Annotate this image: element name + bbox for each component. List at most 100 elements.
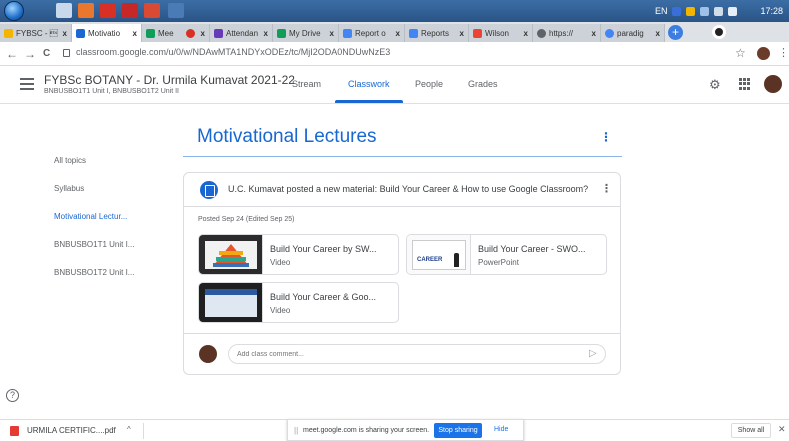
- new-tab-button[interactable]: +: [668, 25, 683, 40]
- back-button[interactable]: ←: [6, 47, 18, 61]
- lock-icon[interactable]: [63, 49, 70, 57]
- tab-fybsc[interactable]: FYBSC -  x: [0, 24, 72, 42]
- topic-title: Motivational Lectures: [197, 126, 377, 147]
- course-title[interactable]: FYBSc BOTANY - Dr. Urmila Kumavat 2021-2…: [44, 73, 295, 87]
- screen-share-banner: || meet.google.com is sharing your scree…: [287, 419, 524, 441]
- download-filename[interactable]: URMILA CERTIFIC....pdf: [27, 426, 116, 435]
- tab-close-icon[interactable]: x: [133, 29, 137, 38]
- tray-network-icon[interactable]: [700, 6, 710, 16]
- address-bar: ← → C classroom.google.com/u/0/w/NDAwMTA…: [0, 42, 789, 66]
- close-icon[interactable]: ✕: [778, 424, 786, 435]
- drive-icon: [277, 28, 286, 38]
- attachment-type: Video: [270, 306, 291, 315]
- download-divider: [143, 423, 144, 439]
- hide-button[interactable]: Hide: [494, 426, 508, 433]
- sidebar-item-syllabus[interactable]: Syllabus: [54, 184, 84, 193]
- topic-more-icon[interactable]: ⋮: [600, 130, 612, 144]
- tab-close-icon[interactable]: x: [592, 29, 596, 38]
- presentation-icon[interactable]: [144, 3, 160, 18]
- sidebar-item-unit-1[interactable]: BNBUSBO1T1 Unit I...: [54, 240, 134, 249]
- attachment-video-2[interactable]: Build Your Career & Goo... Video: [198, 282, 399, 323]
- language-indicator[interactable]: EN: [655, 6, 668, 16]
- sidebar-item-unit-2[interactable]: BNBUSBO1T2 Unit I...: [54, 268, 134, 277]
- bookmark-star-icon[interactable]: ☆: [735, 46, 746, 60]
- sidebar-item-all-topics[interactable]: All topics: [54, 156, 86, 165]
- browser-tabstrip: FYBSC -  x Motivatio x Mee x Attendan x My …: [0, 22, 789, 42]
- tab-people[interactable]: People: [415, 79, 443, 89]
- class-comment-box[interactable]: ▷: [228, 344, 606, 364]
- tab-close-icon[interactable]: x: [460, 29, 464, 38]
- clock[interactable]: 17:28: [760, 6, 783, 16]
- classroom-header: FYBSc BOTANY - Dr. Urmila Kumavat 2021-2…: [0, 66, 789, 104]
- material-more-icon[interactable]: ⋮: [601, 182, 612, 195]
- tab-report[interactable]: Report ox: [339, 24, 405, 42]
- tab-reports[interactable]: Reports x: [405, 24, 469, 42]
- tab-https[interactable]: https://x: [533, 24, 601, 42]
- media-icon[interactable]: [78, 3, 94, 18]
- attachment-name: Build Your Career & Goo...: [270, 292, 377, 302]
- browser-menu-icon[interactable]: ⋮: [778, 46, 789, 59]
- download-bar: URMILA CERTIFIC....pdf ^ || meet.google.…: [0, 419, 789, 441]
- tab-grades[interactable]: Grades: [468, 79, 498, 89]
- tab-classwork[interactable]: Classwork: [348, 79, 390, 89]
- settings-gear-icon[interactable]: ⚙: [709, 77, 721, 93]
- forward-button[interactable]: →: [24, 47, 36, 61]
- browser-profile-icon[interactable]: [712, 25, 726, 39]
- material-card: U.C. Kumavat posted a new material: Buil…: [183, 172, 621, 375]
- tab-close-icon[interactable]: x: [330, 29, 334, 38]
- material-card-header[interactable]: U.C. Kumavat posted a new material: Buil…: [184, 173, 620, 207]
- extension-avatar-icon[interactable]: [757, 47, 770, 60]
- tray-volume-icon[interactable]: [714, 6, 724, 16]
- slide-thumbnail: CAREER: [407, 235, 471, 274]
- meet-icon: [146, 28, 155, 38]
- reload-button[interactable]: C: [43, 48, 50, 59]
- acrobat-icon[interactable]: [122, 3, 138, 18]
- url-field[interactable]: classroom.google.com/u/0/w/NDAwMTA1NDYxO…: [76, 47, 390, 57]
- explorer-icon[interactable]: [56, 3, 72, 18]
- tab-paradigm[interactable]: paradig x: [601, 24, 665, 42]
- tab-close-icon[interactable]: x: [656, 29, 660, 38]
- tab-close-icon[interactable]: x: [201, 29, 205, 38]
- posted-date: Posted Sep 24 (Edited Sep 25): [198, 216, 295, 223]
- chevron-up-icon[interactable]: ^: [127, 425, 131, 434]
- apps-grid-icon[interactable]: [739, 78, 751, 90]
- tab-wilson[interactable]: Wilson x: [469, 24, 533, 42]
- docs-icon: [343, 28, 352, 38]
- tab-close-icon[interactable]: x: [63, 29, 67, 38]
- attachment-powerpoint[interactable]: CAREER Build Your Career - SWO... PowerP…: [406, 234, 607, 275]
- send-icon[interactable]: ▷: [589, 348, 597, 359]
- tab-close-icon[interactable]: x: [524, 29, 528, 38]
- start-orb-icon[interactable]: [4, 1, 24, 21]
- gmail-icon: [473, 28, 482, 38]
- sidebar-item-motivational-lectures[interactable]: Motivational Lectur...: [54, 212, 127, 221]
- docs-icon: [409, 28, 418, 38]
- tray-shield-icon[interactable]: [686, 6, 696, 16]
- course-subtitle: BNBUSBO1T1 Unit I, BNBUSBO1T2 Unit II: [44, 88, 179, 95]
- tab-close-icon[interactable]: x: [264, 29, 268, 38]
- tab-close-icon[interactable]: x: [396, 29, 400, 38]
- chrome-alt-icon[interactable]: [168, 3, 184, 18]
- attachment-name: Build Your Career - SWO...: [478, 244, 586, 254]
- avatar[interactable]: [764, 75, 782, 93]
- stop-sharing-button[interactable]: Stop sharing: [434, 423, 482, 438]
- help-icon[interactable]: ?: [6, 389, 19, 402]
- tab-my-drive[interactable]: My Drive x: [273, 24, 339, 42]
- recording-dot-icon: [185, 28, 195, 38]
- tab-stream[interactable]: Stream: [292, 79, 321, 89]
- drag-handle-icon[interactable]: ||: [294, 426, 298, 435]
- hamburger-menu-icon[interactable]: [20, 78, 34, 90]
- classroom-icon: [76, 28, 85, 38]
- attachment-video-1[interactable]: Build Your Career by SW... Video: [198, 234, 399, 275]
- show-all-button[interactable]: Show all: [731, 423, 771, 438]
- tab-attendance[interactable]: Attendan x: [210, 24, 273, 42]
- tab-meet[interactable]: Mee x: [142, 24, 210, 42]
- active-tab-indicator: [335, 100, 403, 103]
- tray-flag-icon[interactable]: [728, 6, 738, 16]
- share-message: meet.google.com is sharing your screen.: [303, 427, 430, 434]
- material-headline[interactable]: U.C. Kumavat posted a new material: Buil…: [228, 184, 588, 194]
- class-comment-input[interactable]: [237, 348, 567, 360]
- chrome-icon[interactable]: [100, 3, 116, 18]
- google-icon: [605, 28, 614, 38]
- tray-app-icon[interactable]: [672, 6, 682, 16]
- tab-motivational[interactable]: Motivatio x: [72, 24, 142, 42]
